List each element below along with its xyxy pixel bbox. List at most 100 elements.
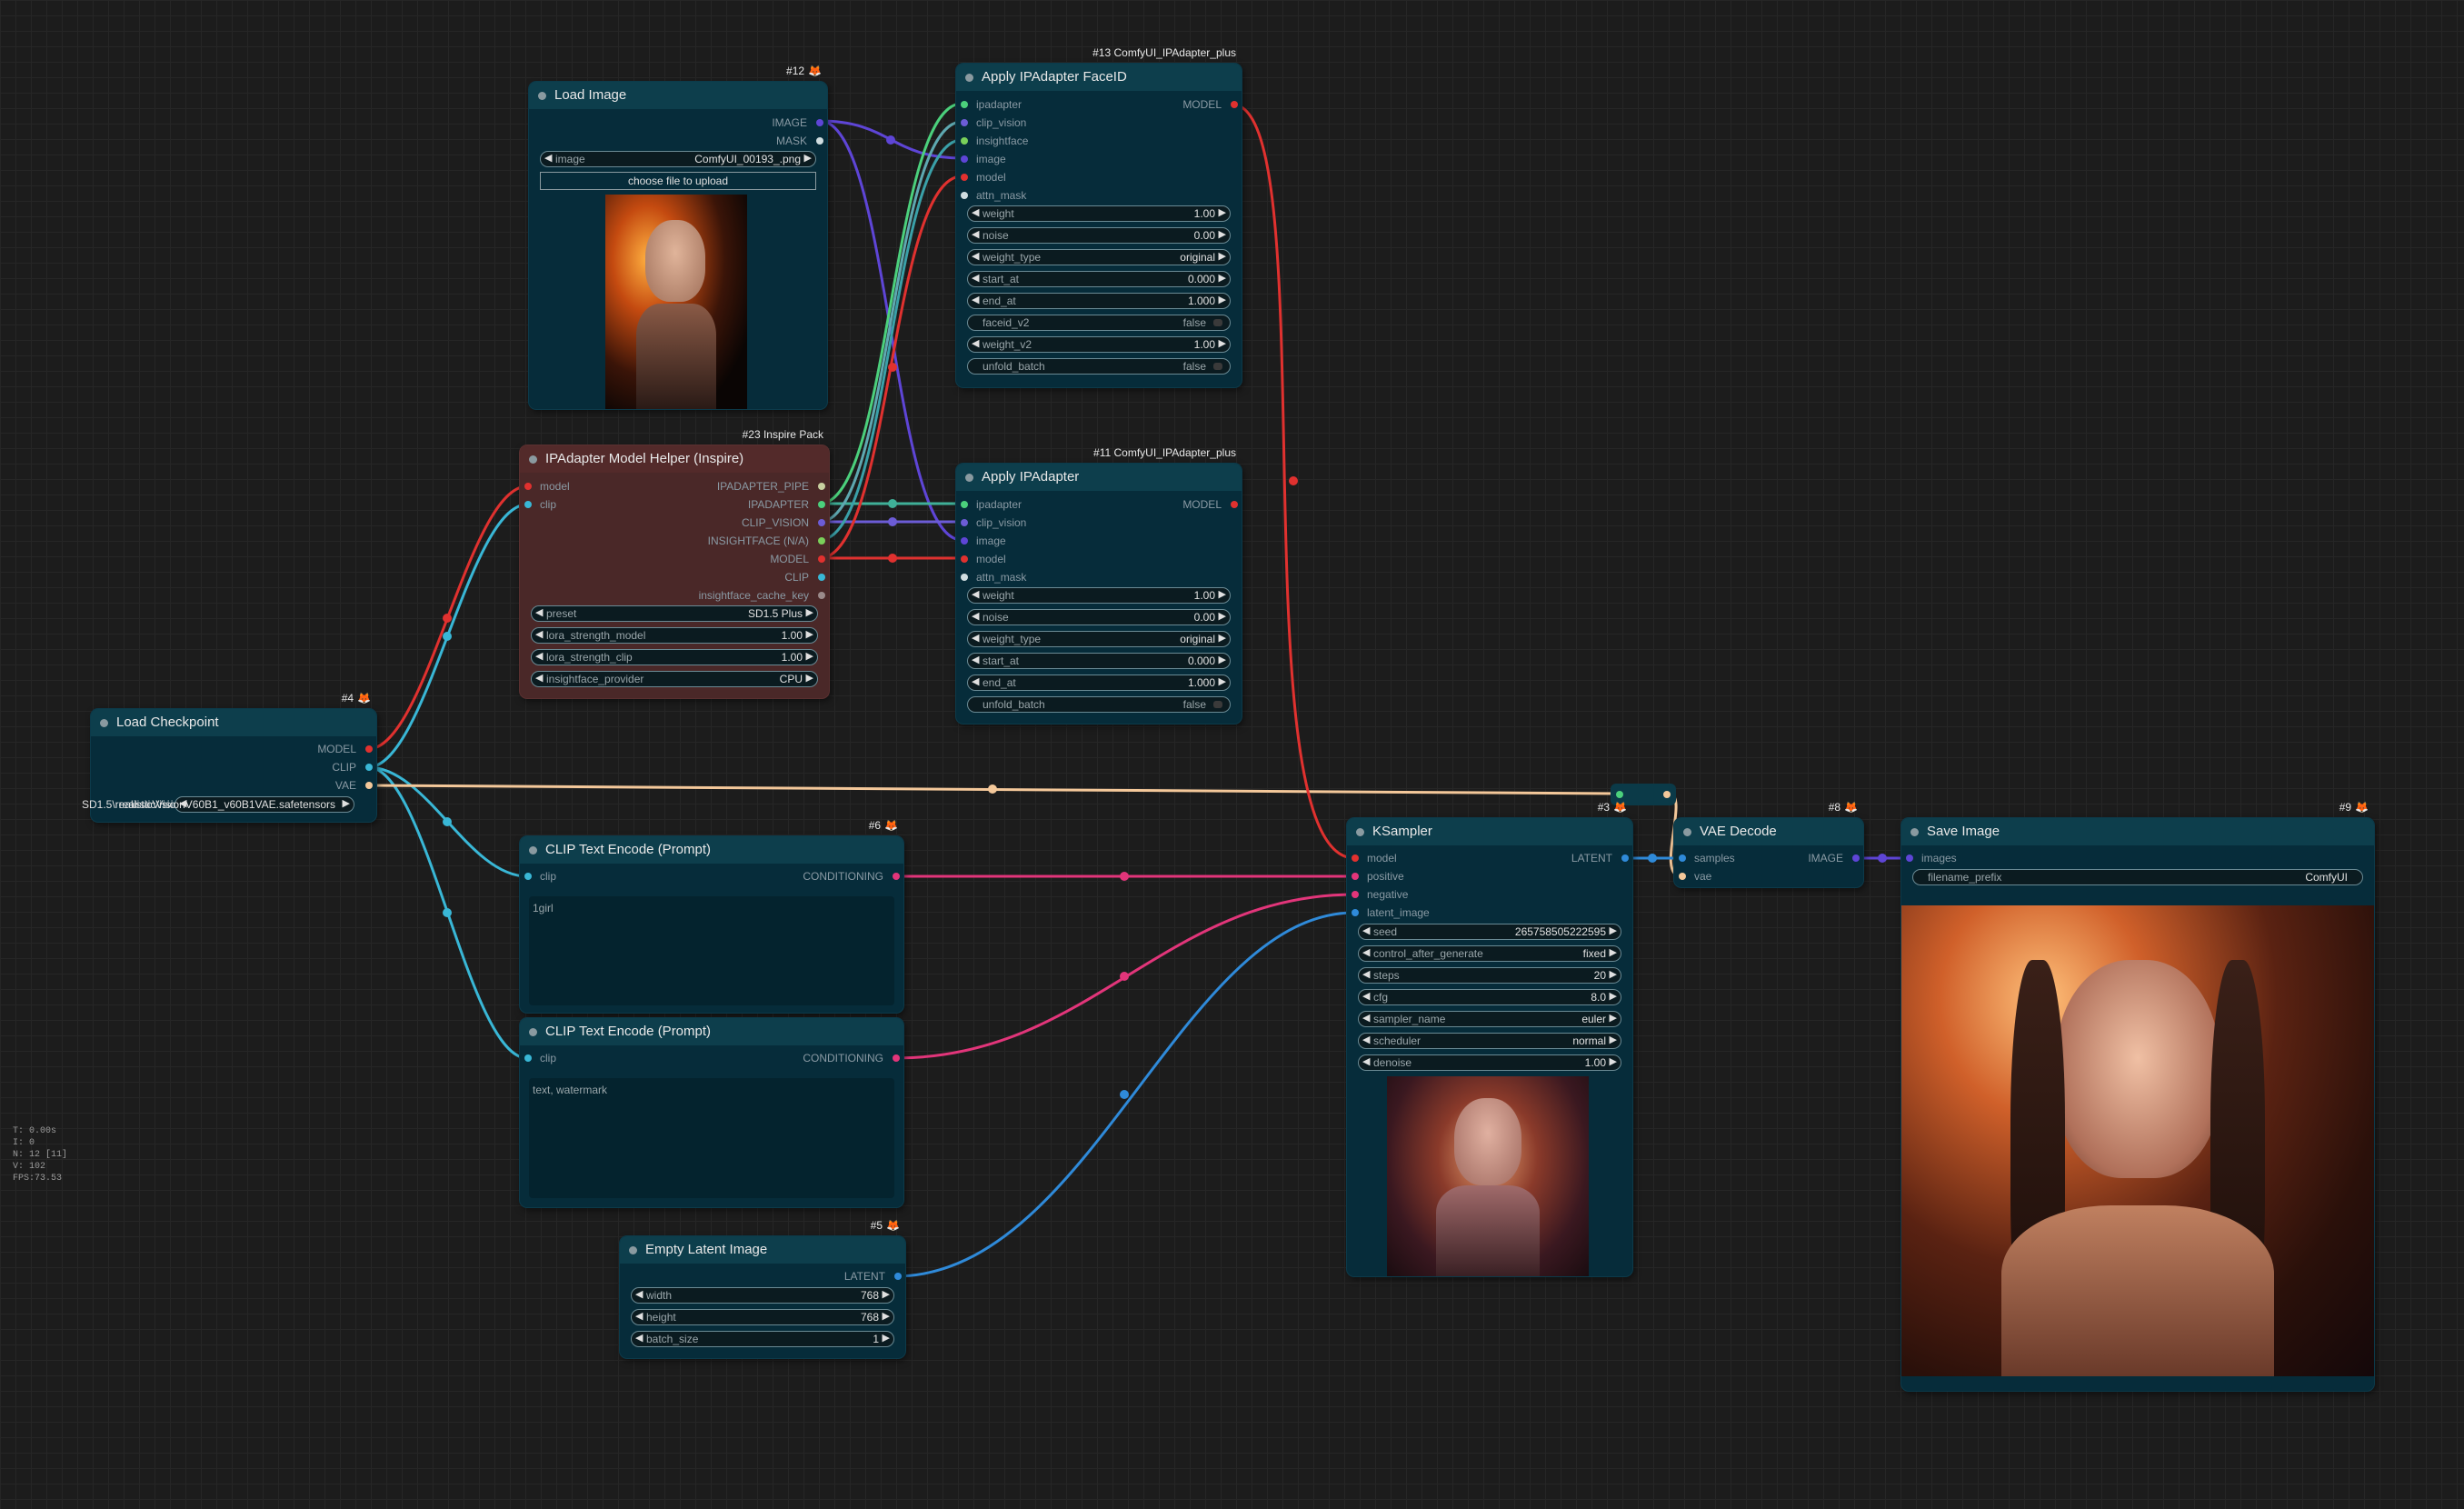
- positive-prompt-textarea[interactable]: 1girl: [529, 896, 894, 1005]
- start-at-number[interactable]: ◀ start_at 0.000 ▶: [967, 271, 1231, 287]
- vae-decode-node[interactable]: #8 🦊 VAE Decode samples vae IMAGE: [1674, 801, 1863, 887]
- input-attn-mask[interactable]: attn_mask: [961, 189, 1026, 202]
- node-header[interactable]: VAE Decode: [1674, 818, 1863, 845]
- input-model[interactable]: model: [524, 480, 570, 493]
- load-image-node[interactable]: #12 🦊 Load Image IMAGE MASK ◀ image ComfyUI…: [529, 65, 827, 409]
- output-ipadapter[interactable]: IPADAPTER: [748, 498, 825, 511]
- node-header[interactable]: IPAdapter Model Helper (Inspire): [520, 445, 829, 473]
- clip-text-encode-positive-node[interactable]: #6 🦊 CLIP Text Encode (Prompt) clip CONDI…: [520, 819, 903, 1013]
- collapse-dot-icon[interactable]: [629, 1246, 637, 1254]
- weight-type-combo[interactable]: ◀ weight_type original ▶: [967, 249, 1231, 265]
- denoise-number[interactable]: ◀ denoise 1.00 ▶: [1358, 1054, 1621, 1071]
- faceid-v2-toggle[interactable]: faceid_v2 false: [967, 315, 1231, 331]
- image-combo[interactable]: ◀ image ComfyUI_00193_.png ▶: [540, 151, 816, 167]
- weight-number[interactable]: ◀ weight 1.00 ▶: [967, 205, 1231, 222]
- collapse-dot-icon[interactable]: [1683, 828, 1691, 836]
- noise-number[interactable]: ◀ noise 0.00 ▶: [967, 609, 1231, 625]
- input-insightface[interactable]: insightface: [961, 135, 1028, 147]
- cfg-number[interactable]: ◀ cfg 8.0 ▶: [1358, 989, 1621, 1005]
- input-model[interactable]: model: [961, 553, 1006, 565]
- end-at-number[interactable]: ◀ end_at 1.000 ▶: [967, 293, 1231, 309]
- input-clip[interactable]: clip: [524, 498, 556, 511]
- collapse-dot-icon[interactable]: [100, 719, 108, 727]
- output-clip[interactable]: CLIP: [784, 571, 825, 584]
- collapse-dot-icon[interactable]: [965, 474, 973, 482]
- output-clip-vision[interactable]: CLIP_VISION: [742, 516, 825, 529]
- output-latent[interactable]: LATENT: [1571, 852, 1629, 864]
- output-model[interactable]: MODEL: [770, 553, 825, 565]
- collapse-dot-icon[interactable]: [529, 846, 537, 854]
- filename-prefix-field[interactable]: filename_prefix ComfyUI: [1912, 869, 2363, 885]
- end-at-number[interactable]: ◀ end_at 1.000 ▶: [967, 675, 1231, 691]
- input-positive[interactable]: positive: [1352, 870, 1404, 883]
- node-header[interactable]: Save Image: [1901, 818, 2374, 845]
- node-header[interactable]: Apply IPAdapter FaceID: [956, 64, 1242, 91]
- output-clip[interactable]: CLIP: [332, 761, 373, 774]
- unfold-batch-toggle[interactable]: unfold_batch false: [967, 696, 1231, 713]
- input-latent-image[interactable]: latent_image: [1352, 906, 1430, 919]
- node-header[interactable]: Empty Latent Image: [620, 1236, 905, 1264]
- input-clip[interactable]: clip: [524, 870, 556, 883]
- input-ipadapter[interactable]: ipadapter: [961, 98, 1022, 111]
- collapse-dot-icon[interactable]: [965, 74, 973, 82]
- input-ipadapter[interactable]: ipadapter: [961, 498, 1022, 511]
- clip-text-encode-negative-node[interactable]: CLIP Text Encode (Prompt) clip CONDITION…: [520, 1018, 903, 1207]
- node-graph-canvas[interactable]: #12 🦊 Load Image IMAGE MASK ◀ image ComfyUI…: [0, 0, 2464, 1509]
- output-model[interactable]: MODEL: [1182, 98, 1238, 111]
- ckpt-name-field[interactable]: ◀ realisticVisionV60B1_v60B1VAE.safetenso…: [119, 796, 354, 813]
- noise-number[interactable]: ◀ noise 0.00 ▶: [967, 227, 1231, 244]
- node-header[interactable]: CLIP Text Encode (Prompt): [520, 1018, 903, 1045]
- input-negative[interactable]: negative: [1352, 888, 1408, 901]
- load-checkpoint-node[interactable]: #4 🦊 Load Checkpoint MODEL CLIP VAE SD1.5…: [82, 692, 376, 822]
- width-number[interactable]: ◀ width 768 ▶: [631, 1287, 894, 1304]
- output-model[interactable]: MODEL: [317, 743, 373, 755]
- save-image-node[interactable]: #9 🦊 Save Image images filename_prefix Com…: [1901, 801, 2374, 1391]
- batch-size-number[interactable]: ◀ batch_size 1 ▶: [631, 1331, 894, 1347]
- output-image[interactable]: IMAGE: [772, 116, 823, 129]
- output-image[interactable]: IMAGE: [1808, 852, 1860, 864]
- output-model[interactable]: MODEL: [1182, 498, 1238, 511]
- input-clip-vision[interactable]: clip_vision: [961, 116, 1026, 129]
- choose-file-button[interactable]: choose file to upload: [540, 172, 816, 190]
- collapse-dot-icon[interactable]: [538, 92, 546, 100]
- unfold-batch-toggle[interactable]: unfold_batch false: [967, 358, 1231, 375]
- height-number[interactable]: ◀ height 768 ▶: [631, 1309, 894, 1325]
- input-image[interactable]: image: [961, 535, 1006, 547]
- output-conditioning[interactable]: CONDITIONING: [803, 870, 900, 883]
- output-vae[interactable]: VAE: [335, 779, 373, 792]
- output-insightface-cache-key[interactable]: insightface_cache_key: [699, 589, 825, 602]
- node-header[interactable]: Apply IPAdapter: [956, 464, 1242, 491]
- output-conditioning[interactable]: CONDITIONING: [803, 1052, 900, 1064]
- node-header[interactable]: Load Checkpoint: [91, 709, 376, 736]
- empty-latent-image-node[interactable]: #5 🦊 Empty Latent Image LATENT ◀ width 768 ▶…: [620, 1219, 905, 1358]
- preset-combo[interactable]: ◀ preset SD1.5 Plus ▶: [531, 605, 818, 622]
- ckpt-name-combo[interactable]: SD1.5\realisticVision ◀ realisticVisionV6…: [80, 796, 365, 814]
- apply-ipadapter-node[interactable]: #11 ComfyUI_IPAdapter_plus Apply IPAdapt…: [956, 446, 1242, 724]
- output-mask[interactable]: MASK: [776, 135, 823, 147]
- insightface-provider-combo[interactable]: ◀ insightface_provider CPU ▶: [531, 671, 818, 687]
- input-model[interactable]: model: [961, 171, 1006, 184]
- scheduler-combo[interactable]: ◀ scheduler normal ▶: [1358, 1033, 1621, 1049]
- weight-v2-number[interactable]: ◀ weight_v2 1.00 ▶: [967, 336, 1231, 353]
- lora-strength-clip-number[interactable]: ◀ lora_strength_clip 1.00 ▶: [531, 649, 818, 665]
- collapse-dot-icon[interactable]: [529, 1028, 537, 1036]
- control-after-generate-combo[interactable]: ◀ control_after_generate fixed ▶: [1358, 945, 1621, 962]
- weight-number[interactable]: ◀ weight 1.00 ▶: [967, 587, 1231, 604]
- ipadapter-model-helper-node[interactable]: #23 Inspire Pack IPAdapter Model Helper …: [520, 428, 829, 698]
- input-clip-vision[interactable]: clip_vision: [961, 516, 1026, 529]
- steps-number[interactable]: ◀ steps 20 ▶: [1358, 967, 1621, 984]
- input-clip[interactable]: clip: [524, 1052, 556, 1064]
- seed-number[interactable]: ◀ seed 265758505222595 ▶: [1358, 924, 1621, 940]
- start-at-number[interactable]: ◀ start_at 0.000 ▶: [967, 653, 1231, 669]
- input-images[interactable]: images: [1906, 852, 1957, 864]
- input-image[interactable]: image: [961, 153, 1006, 165]
- input-vae[interactable]: vae: [1679, 870, 1711, 883]
- output-ipadapter-pipe[interactable]: IPADAPTER_PIPE: [717, 480, 825, 493]
- collapse-dot-icon[interactable]: [529, 455, 537, 464]
- output-insightface[interactable]: INSIGHTFACE (N/A): [708, 535, 825, 547]
- weight-type-combo[interactable]: ◀ weight_type original ▶: [967, 631, 1231, 647]
- input-model[interactable]: model: [1352, 852, 1397, 864]
- node-header[interactable]: KSampler: [1347, 818, 1632, 845]
- node-header[interactable]: Load Image: [529, 82, 827, 109]
- collapse-dot-icon[interactable]: [1356, 828, 1364, 836]
